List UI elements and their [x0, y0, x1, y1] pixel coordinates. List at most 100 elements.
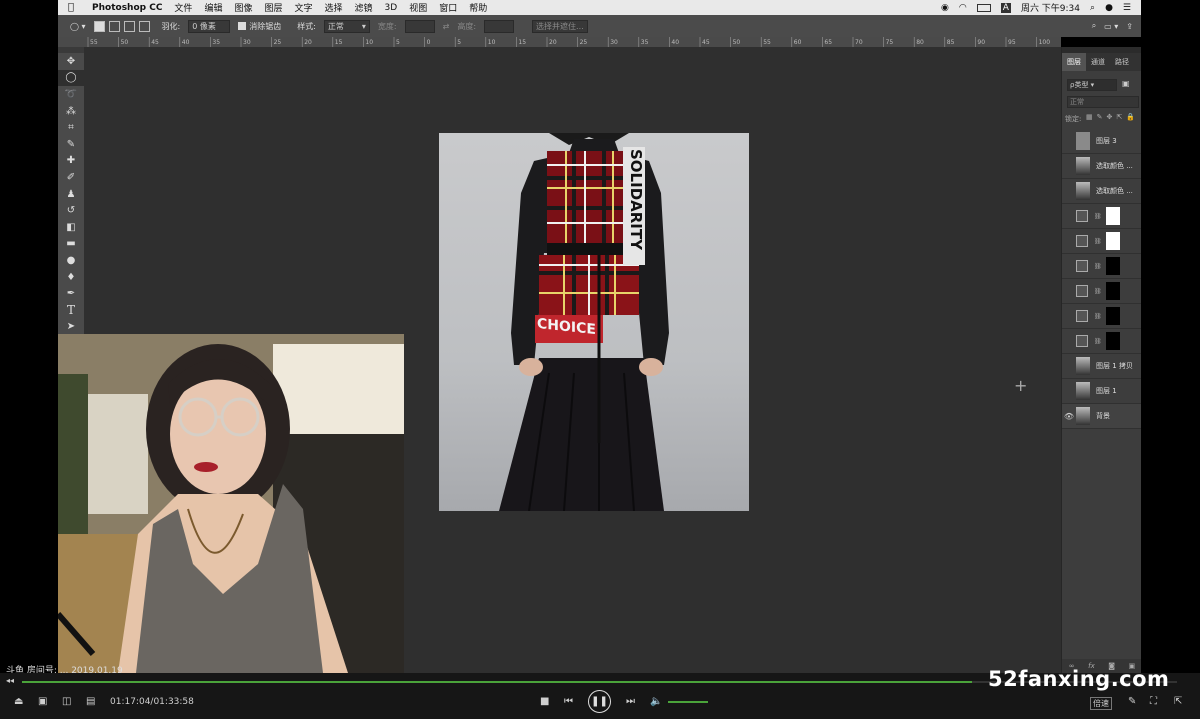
new-selection-icon[interactable] [93, 20, 105, 32]
back-icon[interactable]: ◂◂ [6, 676, 14, 685]
notification-icon[interactable]: ☰ [1123, 3, 1131, 13]
layer-row[interactable]: ⛓ [1062, 329, 1142, 354]
layer-mask-thumbnail[interactable] [1105, 307, 1120, 325]
menu-layer[interactable]: 图层 [264, 1, 282, 14]
pen-icon[interactable]: ✒ [58, 285, 84, 302]
mask-link-icon[interactable]: ⛓ [1094, 213, 1102, 220]
speed-button[interactable]: 倍速 [1090, 697, 1112, 710]
app-menu[interactable]: Photoshop CC [92, 3, 162, 13]
menu-select[interactable]: 选择 [325, 1, 343, 14]
height-input[interactable] [484, 19, 515, 33]
feather-input[interactable]: 0 像素 [188, 19, 231, 33]
layer-mask-thumbnail[interactable] [1105, 332, 1120, 350]
share-icon[interactable]: ⇪ [1126, 22, 1133, 31]
screenshot-icon[interactable]: ◫ [62, 696, 71, 707]
spotlight-icon[interactable]: ⌕ [1090, 3, 1095, 13]
tab-paths[interactable]: 路径 [1110, 57, 1134, 67]
eraser-icon[interactable]: ◧ [58, 219, 84, 236]
layer-row[interactable]: 选取颜色 ... [1062, 179, 1142, 204]
screen-record-icon[interactable]: ◉ [941, 3, 949, 13]
layer-row[interactable]: 图层 1 [1062, 379, 1142, 404]
stamp-icon[interactable]: ♟ [58, 186, 84, 203]
eject-icon[interactable]: ⏏ [14, 696, 23, 707]
layer-row[interactable]: ⛓ [1062, 279, 1142, 304]
menu-type[interactable]: 文字 [294, 1, 312, 14]
pause-button[interactable]: ❚❚ [588, 690, 611, 713]
menu-window[interactable]: 窗口 [439, 1, 457, 14]
stop-icon[interactable]: ■ [540, 696, 549, 707]
document-image[interactable]: SOLIDARITY CHOICE [439, 133, 749, 511]
swap-icon[interactable]: ⇄ [443, 22, 450, 31]
mask-link-icon[interactable]: ⛓ [1094, 288, 1102, 295]
antialias-checkbox[interactable]: 消除锯齿 [238, 21, 281, 32]
healing-icon[interactable]: ✚ [58, 153, 84, 170]
filter-image-icon[interactable]: ▣ [1122, 79, 1130, 88]
tab-channels[interactable]: 通道 [1086, 57, 1110, 67]
fullscreen-icon[interactable]: ⇱ [1174, 696, 1182, 707]
layer-filter-select[interactable]: ρ类型 ▾ [1067, 79, 1117, 91]
intersect-selection-icon[interactable] [138, 20, 150, 32]
wifi-icon[interactable]: ◠ [959, 3, 967, 13]
magic-wand-icon[interactable]: ⁂ [58, 103, 84, 120]
crop-icon[interactable]: ⌗ [58, 119, 84, 136]
tab-layers[interactable]: 图层 [1062, 53, 1086, 71]
layer-row[interactable]: ⛓ [1062, 254, 1142, 279]
move-icon[interactable]: ✥ [58, 53, 84, 70]
mask-link-icon[interactable]: ⛓ [1094, 338, 1102, 345]
brush-icon[interactable]: ✐ [58, 169, 84, 186]
layer-row[interactable]: ⛓ [1062, 304, 1142, 329]
layer-row[interactable]: 图层 1 拷贝 [1062, 354, 1142, 379]
search-icon[interactable]: ⌕ [1092, 21, 1096, 31]
next-icon[interactable]: ⏭ [626, 696, 635, 707]
menu-edit[interactable]: 编辑 [204, 1, 222, 14]
lock-icons[interactable]: ▦✎✥⇱🔒 [1086, 113, 1139, 121]
layer-mask-thumbnail[interactable] [1105, 232, 1120, 250]
volume-slider[interactable] [668, 701, 708, 703]
layer-mask-thumbnail[interactable] [1105, 257, 1120, 275]
select-and-mask-button[interactable]: 选择并遮住... [532, 19, 588, 33]
gradient-icon[interactable]: ▬ [58, 236, 84, 253]
danmaku-icon[interactable]: ▤ [86, 696, 95, 707]
mask-link-icon[interactable]: ⛓ [1094, 313, 1102, 320]
mask-link-icon[interactable]: ⛓ [1094, 238, 1102, 245]
prev-icon[interactable]: ⏮ [564, 696, 573, 707]
pen-mode-icon[interactable]: ✎ [1128, 696, 1136, 707]
menu-file[interactable]: 文件 [174, 1, 192, 14]
type-icon[interactable]: T [58, 302, 84, 319]
volume-icon[interactable]: 🔈 [650, 696, 662, 707]
width-input[interactable] [404, 19, 435, 33]
eye-icon[interactable]: 👁 [1062, 412, 1076, 421]
blur-icon[interactable]: ● [58, 252, 84, 269]
blend-mode-select[interactable]: 正常 [1067, 96, 1139, 108]
layer-row[interactable]: 图层 3 [1062, 129, 1142, 154]
battery-icon[interactable] [976, 3, 991, 12]
layer-row[interactable]: 选取颜色 ... [1062, 154, 1142, 179]
lasso-icon[interactable]: ➰ [58, 86, 84, 103]
style-select[interactable]: 正常 ▾ [323, 19, 370, 33]
menu-view[interactable]: 视图 [409, 1, 427, 14]
layer-mask-thumbnail[interactable] [1105, 207, 1120, 225]
history-brush-icon[interactable]: ↺ [58, 202, 84, 219]
user-icon[interactable]: ● [1105, 3, 1113, 13]
menu-3d[interactable]: 3D [385, 3, 398, 13]
mask-link-icon[interactable]: ⛓ [1094, 263, 1102, 270]
marquee-preset-icon[interactable]: ◯ ▾ [70, 22, 86, 31]
workspace-icon[interactable]: ▭ ▾ [1104, 22, 1118, 31]
subtract-selection-icon[interactable] [123, 20, 135, 32]
menu-help[interactable]: 帮助 [469, 1, 487, 14]
marquee-icon[interactable]: ◯ [58, 69, 84, 87]
apple-menu-icon[interactable]:  [68, 2, 74, 13]
lock-player-icon[interactable]: ⛶ [1150, 696, 1157, 707]
layer-row[interactable]: ⛓ [1062, 204, 1142, 229]
layer-row[interactable]: ⛓ [1062, 229, 1142, 254]
path-select-icon[interactable]: ➤ [58, 319, 84, 336]
add-selection-icon[interactable] [108, 20, 120, 32]
input-method-icon[interactable]: A [1000, 2, 1011, 13]
layer-row[interactable]: 👁 背景 [1062, 404, 1142, 429]
dodge-icon[interactable]: ♦ [58, 269, 84, 286]
eyedropper-icon[interactable]: ✎ [58, 136, 84, 153]
chapter-icon[interactable]: ▣ [38, 696, 47, 707]
layer-mask-thumbnail[interactable] [1105, 282, 1120, 300]
menu-image[interactable]: 图像 [234, 1, 252, 14]
clock[interactable]: 周六 下午9:34 [1021, 1, 1080, 14]
